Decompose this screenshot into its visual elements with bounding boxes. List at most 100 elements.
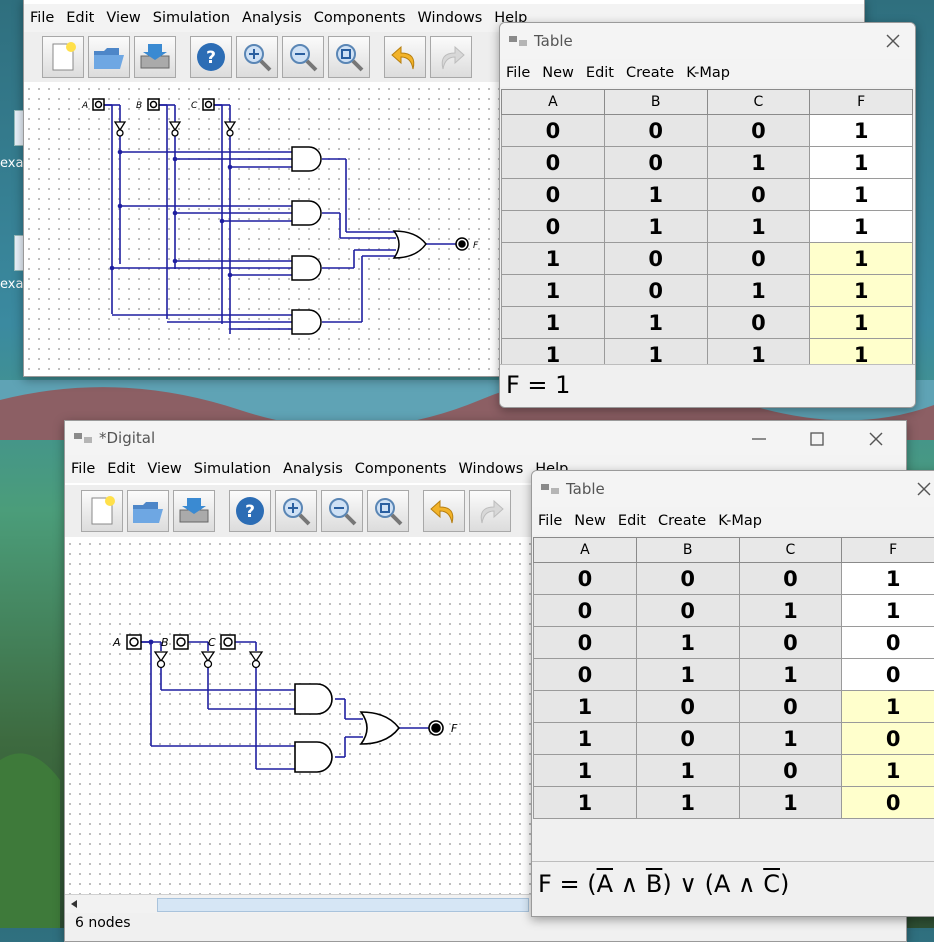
undo-icon [428,495,460,527]
table-row: 0111 [502,211,913,243]
redo-button[interactable] [469,490,511,532]
open-button[interactable] [127,490,169,532]
menu-file[interactable]: File [532,513,568,529]
menu-file[interactable]: File [65,461,101,477]
undo-button[interactable] [423,490,465,532]
zoom-in-button[interactable] [236,36,278,78]
output-cell[interactable]: 1 [810,211,913,243]
new-file-icon [87,495,117,527]
input-cell: 1 [534,723,637,755]
menu-components[interactable]: Components [349,461,453,477]
truth-table-2[interactable]: ABCF00010011010001101001101011011110 [533,537,934,819]
expr-f: F [538,870,552,898]
menu-create[interactable]: Create [652,513,712,529]
column-header[interactable]: C [739,538,842,563]
undo-button[interactable] [384,36,426,78]
horizontal-scrollbar[interactable] [65,894,535,913]
table-row: 0001 [502,115,913,147]
minimize-icon[interactable] [749,429,769,449]
table1-title: Table [534,32,573,50]
output-cell[interactable]: 1 [842,563,934,595]
output-cell[interactable]: 1 [810,179,913,211]
open-button[interactable] [88,36,130,78]
column-header[interactable]: A [534,538,637,563]
menu-new[interactable]: New [536,65,580,81]
menu-file[interactable]: File [24,10,60,26]
input-cell: 0 [707,179,810,211]
menu-windows[interactable]: Windows [412,10,489,26]
output-cell[interactable]: 1 [810,147,913,179]
scrollbar-thumb[interactable] [157,898,529,912]
output-cell[interactable]: 0 [842,659,934,691]
expr-and-2: ∧ [738,870,756,898]
output-cell[interactable]: 1 [810,115,913,147]
menu-view[interactable]: View [100,10,146,26]
new-button[interactable] [42,36,84,78]
desktop-icon-1[interactable]: exa [0,110,22,170]
input-cell: 0 [739,755,842,787]
save-button[interactable] [134,36,176,78]
input-cell: 0 [604,243,707,275]
truth-table-1[interactable]: ABCF00010011010101111001101111011111 [501,89,913,371]
expr-or: ∨ [679,870,697,898]
column-header[interactable]: B [636,538,739,563]
save-button[interactable] [173,490,215,532]
menu-edit[interactable]: Edit [580,65,620,81]
status-text: 6 nodes [75,915,131,931]
input-cell: 1 [534,787,637,819]
menu-simulation[interactable]: Simulation [188,461,277,477]
scroll-left-icon[interactable] [67,895,81,913]
output-cell[interactable]: 0 [842,723,934,755]
menu-edit[interactable]: Edit [101,461,141,477]
output-cell[interactable]: 0 [842,627,934,659]
output-cell[interactable]: 1 [810,275,913,307]
redo-button[interactable] [430,36,472,78]
column-header[interactable]: B [604,90,707,115]
input-cell: 1 [739,659,842,691]
menu-edit[interactable]: Edit [60,10,100,26]
column-header[interactable]: C [707,90,810,115]
input-cell: 0 [707,115,810,147]
menu-create[interactable]: Create [620,65,680,81]
menu-new[interactable]: New [568,513,612,529]
zoom-fit-button[interactable] [328,36,370,78]
output-cell[interactable]: 1 [842,691,934,723]
output-cell[interactable]: 1 [810,307,913,339]
column-header[interactable]: A [502,90,605,115]
menu-kmap[interactable]: K-Map [680,65,736,81]
menu-components[interactable]: Components [308,10,412,26]
maximize-icon[interactable] [807,429,827,449]
menu-view[interactable]: View [141,461,187,477]
menu-kmap[interactable]: K-Map [712,513,768,529]
expr-lparen-1: ( [587,870,596,898]
output-cell[interactable]: 0 [842,787,934,819]
help-button[interactable]: ? [190,36,232,78]
menu-file[interactable]: File [500,65,536,81]
menu-edit[interactable]: Edit [612,513,652,529]
menu-windows[interactable]: Windows [453,461,530,477]
zoom-fit-icon [333,41,365,73]
close-icon[interactable] [914,479,934,499]
help-button[interactable]: ? [229,490,271,532]
output-cell[interactable]: 1 [810,243,913,275]
output-cell[interactable]: 1 [842,595,934,627]
zoom-out-button[interactable] [282,36,324,78]
zoom-out-button[interactable] [321,490,363,532]
menu-analysis[interactable]: Analysis [236,10,308,26]
desktop-icon-2[interactable]: exa [0,235,22,295]
input-cell: 0 [707,307,810,339]
column-header[interactable]: F [810,90,913,115]
menu-analysis[interactable]: Analysis [277,461,349,477]
zoom-in-button[interactable] [275,490,317,532]
close-icon[interactable] [883,31,903,51]
input-cell: 1 [604,307,707,339]
close-icon[interactable] [866,429,886,449]
table-row: 0001 [534,563,934,595]
output-cell[interactable]: 1 [842,755,934,787]
input-cell: 1 [502,275,605,307]
input-cell: 0 [534,627,637,659]
zoom-fit-button[interactable] [367,490,409,532]
new-button[interactable] [81,490,123,532]
menu-simulation[interactable]: Simulation [147,10,236,26]
column-header[interactable]: F [842,538,934,563]
